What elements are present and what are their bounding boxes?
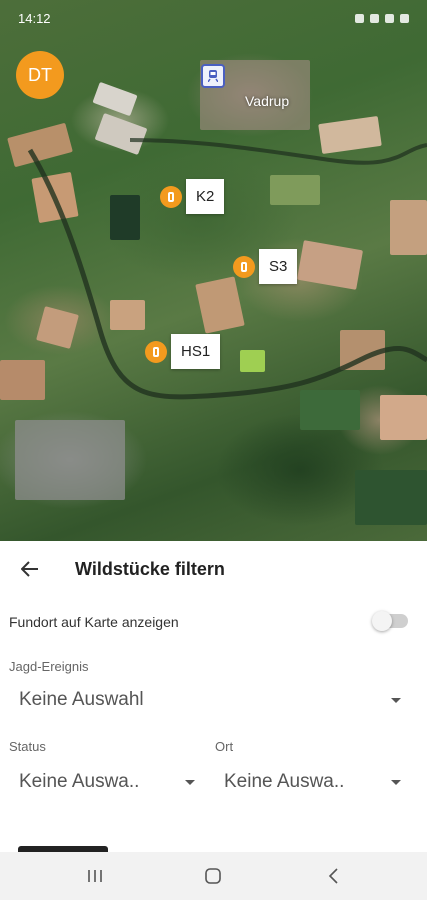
status-bar: 14:12: [0, 0, 427, 36]
dropdown-arrow-icon: [391, 697, 401, 703]
town-label: Vadrup: [245, 93, 290, 109]
signal-icon: [385, 13, 394, 23]
home-icon: [205, 868, 221, 884]
marker-pin-icon: [160, 185, 182, 208]
status-time: 14:12: [18, 10, 51, 26]
wifi-icon: [370, 13, 379, 23]
marker-label: HS1: [171, 334, 221, 369]
location-value: Keine Auswa..: [224, 771, 345, 792]
toggle-label: Fundort auf Karte anzeigen: [9, 614, 179, 630]
map-view[interactable]: 14:12 DT Vadrup K2 S3 HS1: [0, 0, 427, 541]
panel-header: Wildstücke filtern: [0, 541, 427, 598]
dropdown-arrow-icon: [185, 779, 195, 785]
map-marker-hs1[interactable]: HS1: [145, 334, 221, 369]
back-chevron-icon: [328, 868, 338, 884]
show-location-row: Fundort auf Karte anzeigen: [0, 607, 427, 637]
notification-icon: [355, 13, 364, 23]
status-icons: [355, 13, 409, 23]
location-label: Ort: [215, 739, 234, 754]
train-station-icon: [201, 64, 225, 88]
toggle-knob: [372, 611, 392, 631]
home-button[interactable]: [200, 864, 226, 888]
marker-label: K2: [186, 179, 225, 214]
map-marker-s3[interactable]: S3: [233, 249, 298, 284]
recent-apps-icon: [88, 870, 102, 882]
marker-pin-icon: [145, 340, 167, 363]
event-value: Keine Auswahl: [19, 689, 144, 710]
event-select[interactable]: Keine Auswahl: [19, 689, 401, 711]
battery-icon: [400, 13, 409, 23]
marker-pin-icon: [233, 255, 255, 278]
system-nav-bar: [0, 852, 427, 900]
back-button[interactable]: [16, 555, 44, 583]
next-section-heading-partial: [18, 844, 108, 852]
location-select[interactable]: Keine Auswa..: [224, 771, 401, 793]
avatar-initials: DT: [28, 64, 52, 85]
event-label: Jagd-Ereignis: [9, 659, 89, 674]
dropdown-arrow-icon: [391, 779, 401, 785]
show-location-toggle[interactable]: [372, 611, 408, 631]
status-value: Keine Auswa..: [19, 771, 140, 792]
map-marker-k2[interactable]: K2: [160, 179, 225, 214]
status-select[interactable]: Keine Auswa..: [19, 771, 195, 793]
filter-panel: Wildstücke filtern Fundort auf Karte anz…: [0, 541, 427, 852]
page-title: Wildstücke filtern: [75, 559, 225, 579]
status-label: Status: [9, 739, 46, 754]
arrow-back-icon: [21, 561, 38, 577]
marker-label: S3: [259, 249, 298, 284]
recent-apps-button[interactable]: [82, 864, 108, 888]
avatar[interactable]: DT: [16, 51, 64, 99]
back-nav-button[interactable]: [320, 864, 346, 888]
